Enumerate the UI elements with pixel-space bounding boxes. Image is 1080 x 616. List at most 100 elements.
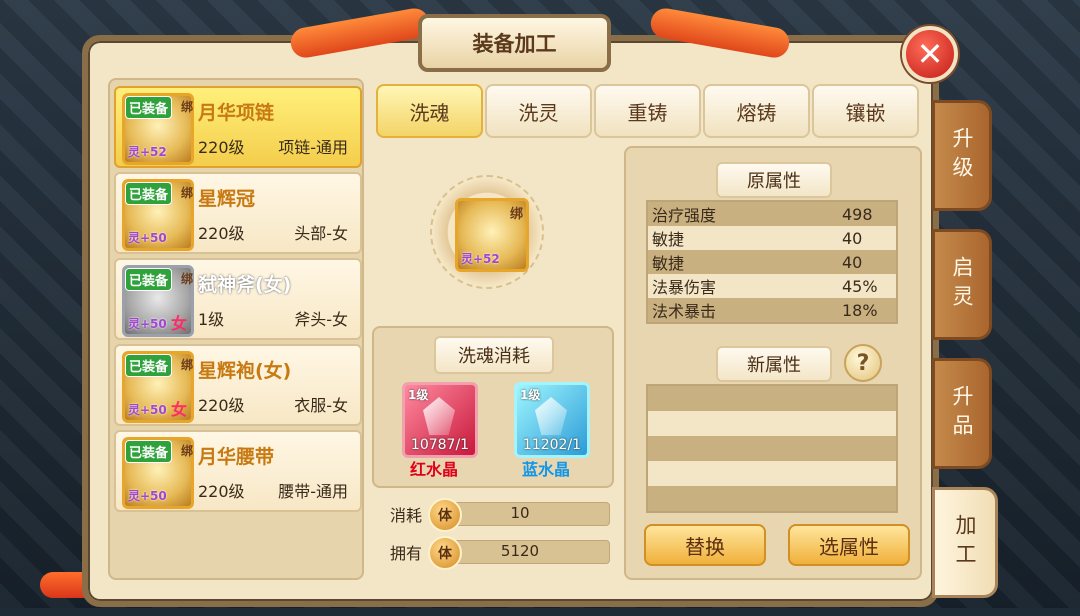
attr-row-empty [648,386,896,411]
new-attr-table [646,384,898,513]
item-type: 腰带-通用 [278,482,348,501]
tab-wash-spirit[interactable]: 洗灵 [485,84,592,138]
stamina-icon: 体 [428,536,462,570]
spirit-value: 灵+50 [128,317,167,331]
equipped-badge: 已装备 [125,96,173,119]
item-type: 头部-女 [294,224,348,243]
attr-row-empty [648,436,896,461]
original-attr-table: 治疗强度 498 敏捷 40 敏捷 40 法暴伤害 45% 法术暴击 18% [646,200,898,324]
side-tab-process[interactable]: 加工 [932,487,998,598]
item-type: 衣服-女 [294,396,348,415]
side-tab-upgrade[interactable]: 升级 [932,100,992,211]
spirit-value: 灵+50 [128,231,167,245]
attribute-panel: 原属性 治疗强度 498 敏捷 40 敏捷 40 法暴伤害 45% 法术暴击 18% 新属… [624,146,922,580]
item-type: 斧头-女 [294,310,348,329]
belt-icon: 已装备 绑 灵+50 [122,437,194,509]
equipped-badge: 已装备 [125,354,173,377]
attr-row-empty [648,486,896,511]
equipment-list: 已装备 绑 灵+52 月华项链 220级 项链-通用 已装备 绑 灵+50 星辉… [108,78,364,580]
item-level: 220级 [198,396,245,415]
cost-title: 洗魂消耗 [434,336,554,374]
necklace-icon: 已装备 绑 灵+52 [122,93,194,165]
selected-necklace-icon[interactable]: 绑 灵+52 [455,198,529,272]
equipment-item[interactable]: 已装备 绑 灵+52 月华项链 220级 项链-通用 [114,86,362,168]
item-name: 月华项链 [198,102,275,124]
female-mark: 女 [170,400,187,419]
material-name: 红水晶 [410,460,459,479]
side-tab-quality[interactable]: 升品 [932,358,992,469]
attr-row: 治疗强度 498 [648,202,896,226]
attr-row-empty [648,411,896,436]
replace-button[interactable]: 替换 [644,524,766,566]
bind-mark: 绑 [509,207,523,222]
consume-label: 消耗 [390,506,423,525]
item-level: 1级 [198,310,225,329]
attr-name: 敏捷 [652,230,685,249]
item-name: 月华腰带 [198,446,275,468]
bind-mark: 绑 [181,272,194,286]
item-level: 220级 [198,138,245,157]
window-title: 装备加工 [418,14,611,72]
side-tab-bar: 升级 启灵 升品 加工 [932,100,998,616]
item-name: 星辉袍(女) [198,360,292,382]
help-icon[interactable]: ? [844,344,882,382]
axe-icon: 已装备 绑 灵+50 女 [122,265,194,337]
attr-name: 法暴伤害 [652,278,717,297]
process-tabs: 洗魂 洗灵 重铸 熔铸 镶嵌 [376,84,919,138]
spirit-value: 灵+52 [461,252,500,266]
material-level: 1级 [520,388,541,402]
item-type: 项链-通用 [278,138,348,157]
spirit-value: 灵+52 [128,145,167,159]
equipment-item[interactable]: 已装备 绑 灵+50 月华腰带 220级 腰带-通用 [114,430,362,512]
robe-icon: 已装备 绑 灵+50 女 [122,351,194,423]
attr-row: 法术暴击 18% [648,298,896,322]
own-label: 拥有 [390,544,423,563]
tab-reforge[interactable]: 重铸 [594,84,701,138]
tab-inlay[interactable]: 镶嵌 [812,84,919,138]
material-count: 10787/1 [410,437,470,453]
tab-smelt[interactable]: 熔铸 [703,84,810,138]
equipment-item[interactable]: 已装备 绑 灵+50 女 星辉袍(女) 220级 衣服-女 [114,344,362,426]
attr-value: 18% [842,300,878,320]
attr-row: 敏捷 40 [648,226,896,250]
bind-mark: 绑 [181,100,194,114]
material-count: 11202/1 [522,437,582,453]
attr-row: 敏捷 40 [648,250,896,274]
stamina-consume-row: 消耗 10 体 [386,498,610,532]
female-mark: 女 [170,314,187,333]
item-level: 220级 [198,482,245,501]
blue-crystal-icon[interactable]: 1级 11202/1 [514,382,590,458]
red-crystal-icon[interactable]: 1级 10787/1 [402,382,478,458]
material-level: 1级 [408,388,429,402]
new-attr-title: 新属性 [716,346,832,382]
equipment-item[interactable]: 已装备 绑 灵+50 星辉冠 220级 头部-女 [114,172,362,254]
tab-wash-soul[interactable]: 洗魂 [376,84,483,138]
attr-name: 法术暴击 [652,302,717,321]
equipped-badge: 已装备 [125,268,173,291]
stamina-own-row: 拥有 5120 体 [386,536,610,570]
bind-mark: 绑 [181,358,194,372]
spirit-value: 灵+50 [128,489,167,503]
equipped-badge: 已装备 [125,440,173,463]
cost-panel: 洗魂消耗 1级 10787/1 红水晶 1级 11202/1 蓝水晶 [372,326,614,488]
item-level: 220级 [198,224,245,243]
side-tab-awaken[interactable]: 启灵 [932,229,992,340]
equipped-badge: 已装备 [125,182,173,205]
attr-name: 治疗强度 [652,206,717,225]
attr-value: 498 [842,204,873,224]
attr-row: 法暴伤害 45% [648,274,896,298]
equipment-item[interactable]: 已装备 绑 灵+50 女 弑神斧(女) 1级 斧头-女 [114,258,362,340]
close-button[interactable]: ✕ [902,26,958,82]
item-name: 星辉冠 [198,188,256,210]
bind-mark: 绑 [181,444,194,458]
select-attribute-button[interactable]: 选属性 [788,524,910,566]
attr-value: 45% [842,276,878,296]
bind-mark: 绑 [181,186,194,200]
attr-value: 40 [842,228,863,248]
attr-name: 敏捷 [652,254,685,273]
attr-row-empty [648,461,896,486]
attr-value: 40 [842,252,863,272]
spirit-value: 灵+50 [128,403,167,417]
stamina-icon: 体 [428,498,462,532]
item-name: 弑神斧(女) [198,274,292,296]
